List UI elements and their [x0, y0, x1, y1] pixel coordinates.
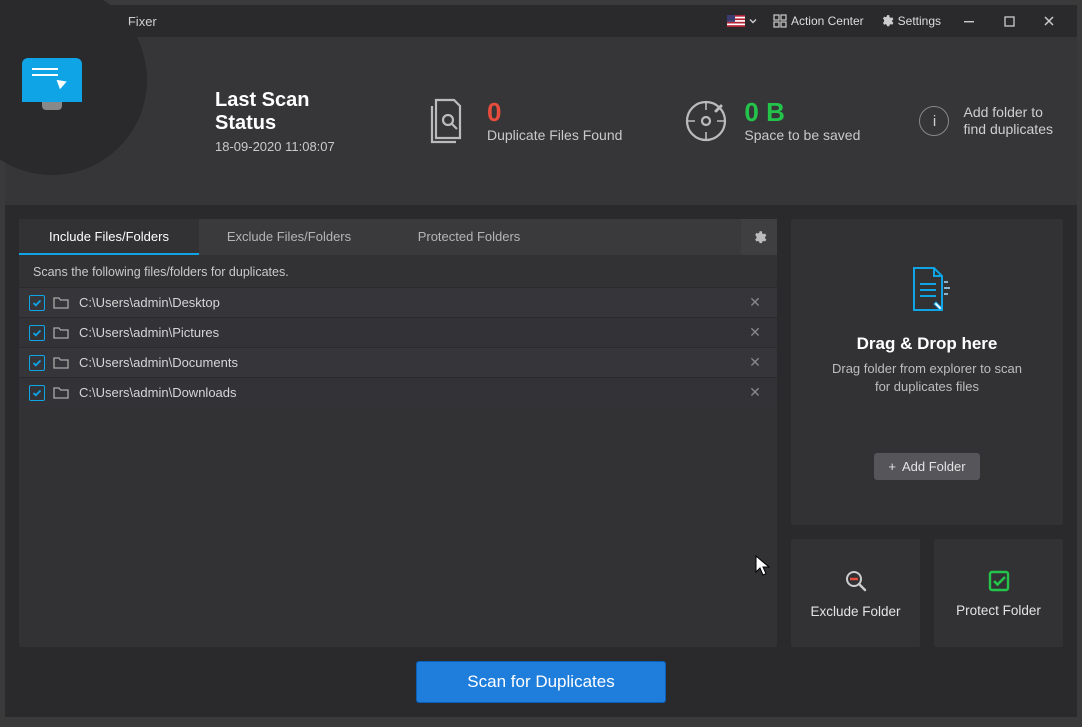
remove-row-button[interactable]: ✕	[743, 294, 767, 311]
folder-icon	[53, 386, 69, 399]
protect-icon	[987, 569, 1011, 593]
file-row: C:\Users\admin\Pictures✕	[19, 317, 777, 347]
file-row: C:\Users\admin\Desktop✕	[19, 287, 777, 317]
gear-icon	[880, 14, 894, 28]
last-scan-block: Last ScanStatus 18-09-2020 11:08:07	[215, 89, 395, 154]
add-folder-label: Add Folder	[902, 459, 966, 474]
plus-icon: +	[888, 459, 896, 474]
action-center-label: Action Center	[791, 14, 864, 28]
disk-icon	[682, 97, 730, 145]
status-hero	[5, 15, 215, 205]
checkbox[interactable]	[29, 295, 45, 311]
drop-title: Drag & Drop here	[857, 334, 998, 354]
metric-space-value: 0 B	[744, 99, 860, 125]
file-path: C:\Users\admin\Documents	[79, 355, 743, 370]
tab-description: Scans the following files/folders for du…	[19, 255, 777, 287]
remove-row-button[interactable]: ✕	[743, 354, 767, 371]
protect-folder-label: Protect Folder	[956, 603, 1041, 618]
folder-icon	[53, 356, 69, 369]
exclude-folder-button[interactable]: Exclude Folder	[791, 539, 920, 647]
folder-icon	[53, 326, 69, 339]
maximize-button[interactable]	[989, 5, 1029, 37]
add-folder-hint-button[interactable]: i Add folder tofind duplicates	[919, 104, 1053, 139]
close-icon	[1043, 15, 1055, 27]
folder-icon	[53, 296, 69, 309]
minimize-button[interactable]	[949, 5, 989, 37]
scan-button[interactable]: Scan for Duplicates	[416, 661, 665, 703]
tab-include[interactable]: Include Files/Folders	[19, 219, 199, 255]
info-add-l2: find duplicates	[963, 121, 1053, 137]
file-path: C:\Users\admin\Desktop	[79, 295, 743, 310]
us-flag-icon	[727, 15, 745, 27]
right-column: Drag & Drop here Drag folder from explor…	[791, 219, 1063, 647]
checkbox[interactable]	[29, 325, 45, 341]
monitor-icon	[22, 58, 82, 102]
file-list: C:\Users\admin\Desktop✕C:\Users\admin\Pi…	[19, 287, 777, 647]
metric-space-label: Space to be saved	[744, 127, 860, 143]
checkbox[interactable]	[29, 355, 45, 371]
remove-row-button[interactable]: ✕	[743, 384, 767, 401]
document-drop-icon	[904, 264, 950, 316]
gear-icon	[752, 230, 767, 245]
tabs: Include Files/Folders Exclude Files/Fold…	[19, 219, 777, 255]
drop-zone[interactable]: Drag & Drop here Drag folder from explor…	[791, 219, 1063, 525]
folder-panel: Include Files/Folders Exclude Files/Fold…	[19, 219, 777, 647]
exclude-folder-label: Exclude Folder	[810, 604, 900, 619]
maximize-icon	[1004, 16, 1015, 27]
chevron-down-icon	[749, 17, 757, 25]
minimize-icon	[963, 15, 975, 27]
drop-sub-2: for duplicates files	[875, 379, 979, 394]
close-button[interactable]	[1029, 5, 1069, 37]
action-center-button[interactable]: Action Center	[765, 5, 872, 37]
language-flag-button[interactable]	[719, 5, 765, 37]
file-row: C:\Users\admin\Documents✕	[19, 347, 777, 377]
last-scan-timestamp: 18-09-2020 11:08:07	[215, 139, 395, 154]
file-path: C:\Users\admin\Pictures	[79, 325, 743, 340]
info-icon: i	[919, 106, 949, 136]
tab-exclude[interactable]: Exclude Files/Folders	[199, 219, 379, 255]
protect-folder-button[interactable]: Protect Folder	[934, 539, 1063, 647]
tab-protected[interactable]: Protected Folders	[379, 219, 559, 255]
tab-settings-button[interactable]	[741, 219, 777, 255]
remove-row-button[interactable]: ✕	[743, 324, 767, 341]
drop-sub-1: Drag folder from explorer to scan	[832, 361, 1022, 376]
status-strip: Last ScanStatus 18-09-2020 11:08:07 0 Du…	[5, 37, 1077, 205]
settings-label: Settings	[898, 14, 941, 28]
file-path: C:\Users\admin\Downloads	[79, 385, 743, 400]
settings-button[interactable]: Settings	[872, 5, 949, 37]
documents-icon	[425, 97, 473, 145]
add-folder-button[interactable]: + Add Folder	[874, 453, 979, 480]
last-scan-title-1: Last Scan	[215, 89, 309, 111]
metric-duplicates-value: 0	[487, 99, 622, 125]
footer: Scan for Duplicates	[5, 647, 1077, 717]
main-body: Include Files/Folders Exclude Files/Fold…	[5, 205, 1077, 647]
metric-space: 0 B Space to be saved	[682, 97, 860, 145]
metric-duplicates: 0 Duplicate Files Found	[425, 97, 622, 145]
file-row: C:\Users\admin\Downloads✕	[19, 377, 777, 407]
last-scan-title-2: Status	[215, 112, 276, 134]
metric-duplicates-label: Duplicate Files Found	[487, 127, 622, 143]
exclude-icon	[843, 568, 869, 594]
checkbox[interactable]	[29, 385, 45, 401]
info-add-l1: Add folder to	[963, 104, 1042, 120]
grid-icon	[773, 14, 787, 28]
